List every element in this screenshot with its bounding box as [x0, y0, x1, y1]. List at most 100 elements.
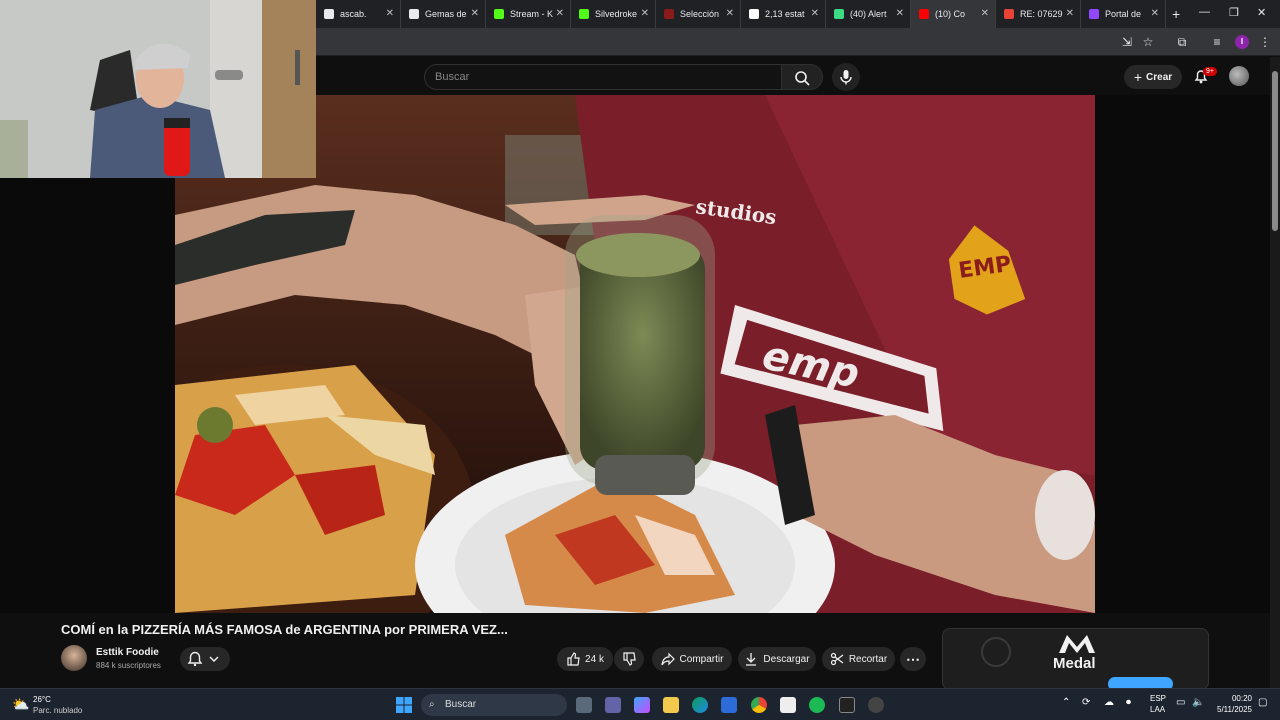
install-app-icon[interactable]: ⇲ [1120, 35, 1134, 49]
dislike-button[interactable] [614, 647, 644, 671]
close-window-icon[interactable]: ✕ [1257, 6, 1266, 19]
ad-decoration-circle [981, 637, 1011, 667]
edge-icon[interactable] [692, 697, 708, 713]
search-input[interactable]: Buscar [424, 64, 782, 90]
scrollbar-thumb[interactable] [1272, 71, 1278, 231]
page-scrollbar[interactable] [1270, 57, 1280, 690]
sync-icon[interactable]: ⟳ [1082, 697, 1090, 708]
clip-label: Recortar [848, 653, 888, 665]
tab-title: (10) Co [935, 9, 966, 19]
medal-brand: Medal [1053, 655, 1096, 672]
medal-ad-card[interactable]: Medal [942, 628, 1209, 690]
share-button[interactable]: Compartir [652, 647, 732, 671]
tab-title: Portal de [1105, 9, 1142, 19]
app-icon-2[interactable] [868, 697, 884, 713]
clock-date[interactable]: 5/11/2025 [1212, 705, 1252, 714]
notification-center-icon[interactable]: ▢ [1258, 697, 1267, 708]
browser-tab[interactable]: ascab. ✕ [316, 0, 401, 28]
tab-title: Selección [680, 9, 720, 19]
alert-icon [834, 9, 844, 19]
volume-icon[interactable]: 🔈 [1192, 697, 1204, 708]
profile-avatar[interactable]: I [1235, 35, 1249, 49]
cloud-icon[interactable]: ☁ [1104, 697, 1114, 708]
kick-icon [494, 9, 504, 19]
weather-temp[interactable]: 26°C [33, 695, 51, 704]
close-tab-icon[interactable]: ✕ [981, 8, 989, 19]
network-icon[interactable]: ▭ [1176, 697, 1185, 708]
browser-tab[interactable]: Selección ✕ [656, 0, 741, 28]
close-tab-icon[interactable]: ✕ [641, 8, 649, 19]
extensions-icon[interactable]: ⧉ [1175, 35, 1189, 49]
download-button[interactable]: Descargar [738, 647, 816, 671]
weather-cloud-icon[interactable]: ⛅ [12, 696, 29, 713]
browser-tab[interactable]: Silvedroke ✕ [571, 0, 656, 28]
minimize-icon[interactable]: — [1199, 6, 1210, 18]
close-tab-icon[interactable]: ✕ [811, 8, 819, 19]
close-tab-icon[interactable]: ✕ [471, 8, 479, 19]
page-icon [324, 9, 334, 19]
plus-icon: + [1133, 69, 1143, 85]
create-button[interactable]: + Crear [1124, 65, 1182, 89]
channel-name[interactable]: Esttik Foodie [96, 647, 159, 658]
reading-list-icon[interactable]: ≡ [1210, 35, 1224, 49]
medal-logo-icon [1059, 635, 1095, 653]
clock-time[interactable]: 00:20 [1228, 694, 1252, 703]
google-icon [749, 9, 759, 19]
like-button[interactable]: 24 k [557, 647, 613, 671]
close-tab-icon[interactable]: ✕ [386, 8, 394, 19]
search-button[interactable] [781, 64, 823, 90]
copilot-icon[interactable] [634, 697, 650, 713]
youtube-account-avatar[interactable] [1229, 66, 1249, 86]
spotify-icon[interactable] [809, 697, 825, 713]
clip-button[interactable]: Recortar [822, 647, 895, 671]
restore-icon[interactable]: ❐ [1229, 6, 1239, 19]
browser-tab[interactable]: Portal de ✕ [1081, 0, 1166, 28]
download-label: Descargar [763, 653, 810, 665]
weather-desc[interactable]: Parc. nublado [33, 706, 82, 715]
page-icon [664, 9, 674, 19]
close-tab-icon[interactable]: ✕ [556, 8, 564, 19]
kick-icon [579, 9, 589, 19]
video-title: COMÍ en la PIZZERÍA MÁS FAMOSA de ARGENT… [61, 622, 508, 637]
language-code[interactable]: ESP [1150, 694, 1166, 703]
browser-tab[interactable]: Gemas de ✕ [401, 0, 486, 28]
tab-title: Silvedroke [595, 9, 638, 19]
close-tab-icon[interactable]: ✕ [726, 8, 734, 19]
channel-avatar[interactable] [61, 645, 87, 671]
close-tab-icon[interactable]: ✕ [1066, 8, 1074, 19]
chrome-icon[interactable] [751, 697, 767, 713]
twitch-icon [1089, 9, 1099, 19]
new-tab-button[interactable]: + [1172, 6, 1180, 22]
mic-tray-icon[interactable]: ⏺ [1126, 697, 1131, 708]
browser-tab[interactable]: Stream - K ✕ [486, 0, 571, 28]
windows-taskbar: ⛅ 26°C Parc. nublado ⌕ Buscar ⌃ ⟳ ☁ ⏺ ES… [0, 688, 1280, 720]
subscriber-count: 884 k suscriptores [96, 661, 161, 670]
browser-tab[interactable]: RE: 07629 ✕ [996, 0, 1081, 28]
tab-title: RE: 07629 [1020, 9, 1063, 19]
more-actions-button[interactable]: ⋯ [900, 647, 926, 671]
streamer-webcam [0, 0, 316, 178]
subscription-notifications-button[interactable] [180, 647, 230, 671]
menu-kebab-icon[interactable]: ⋮ [1258, 35, 1272, 49]
thumbs-up-icon [567, 652, 580, 666]
tray-overflow-icon[interactable]: ⌃ [1062, 697, 1070, 708]
voice-search-button[interactable] [832, 63, 860, 91]
teams-icon[interactable] [605, 697, 621, 713]
tab-title: (40) Alert [850, 9, 887, 19]
microphone-icon [840, 70, 852, 85]
tab-list: ascab. ✕ Gemas de ✕ Stream - K ✕ Silvedroke ✕ Se… [316, 0, 1166, 28]
store-icon[interactable] [721, 697, 737, 713]
browser-tab[interactable]: 2,13 estat ✕ [741, 0, 826, 28]
browser-tab[interactable]: (10) Co ✕ [911, 0, 996, 28]
taskbar-search-box[interactable]: ⌕ Buscar [421, 694, 567, 716]
task-view-icon[interactable] [576, 697, 592, 713]
windows-start-icon[interactable] [396, 697, 412, 713]
close-tab-icon[interactable]: ✕ [1151, 8, 1159, 19]
epic-games-icon[interactable] [839, 697, 855, 713]
language-layout[interactable]: LAA [1150, 705, 1165, 714]
close-tab-icon[interactable]: ✕ [896, 8, 904, 19]
browser-tab[interactable]: (40) Alert ✕ [826, 0, 911, 28]
file-explorer-icon[interactable] [663, 697, 679, 713]
app-icon[interactable] [780, 697, 796, 713]
bookmark-star-icon[interactable]: ☆ [1141, 35, 1155, 49]
